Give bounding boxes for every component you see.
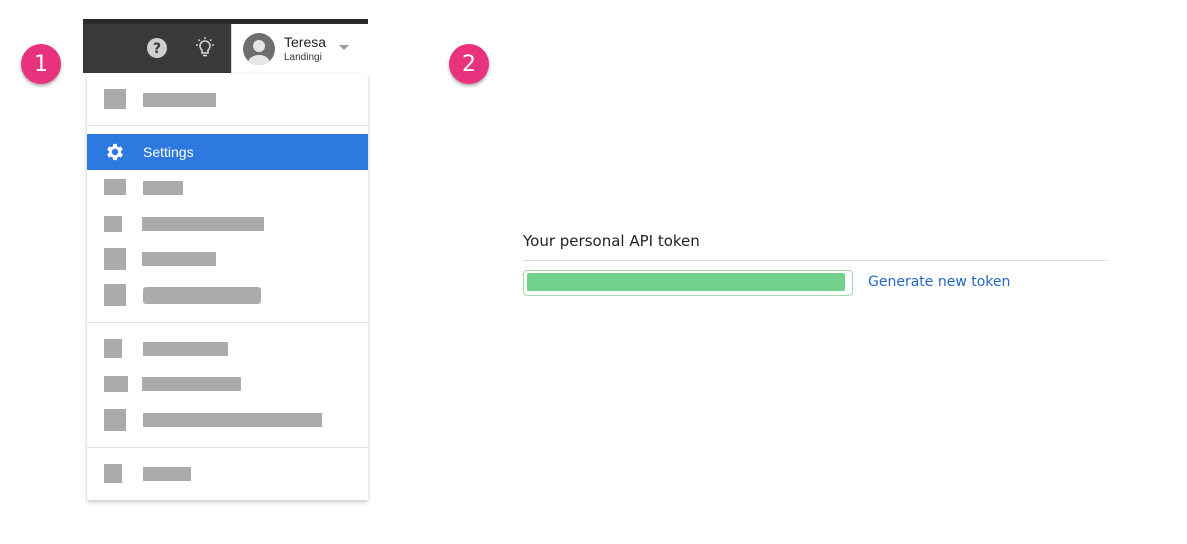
user-company: Landingi [284,52,322,63]
user-name: Teresa [284,34,327,50]
step-2-badge: 2 [449,44,489,84]
menu-item[interactable] [87,456,368,492]
generate-token-link[interactable]: Generate new token [868,274,1010,290]
menu-item[interactable] [87,82,368,118]
ideas-button[interactable] [193,36,217,60]
step-1-badge: 1 [21,44,61,84]
menu-item[interactable] [87,402,368,438]
section-divider [523,260,1107,261]
api-token-heading: Your personal API token [523,232,700,250]
menu-divider [87,125,368,126]
menu-item-label: Settings [143,144,194,160]
lightbulb-icon [196,37,214,57]
menu-item[interactable] [87,277,368,313]
menu-item[interactable] [87,366,368,402]
menu-item[interactable] [87,331,368,367]
user-menu-toggle[interactable]: Teresa Landingi [231,24,369,73]
menu-item-settings[interactable]: Settings [87,134,368,170]
gear-icon [107,143,123,161]
token-highlight [527,273,845,291]
help-circle-icon: ? [147,38,167,58]
top-bar: ? Teresa Landingi [83,19,369,73]
help-button[interactable]: ? [145,36,169,60]
user-avatar-icon [243,33,275,65]
api-token-field[interactable] [523,270,853,296]
menu-item[interactable] [87,170,368,206]
menu-divider [87,447,368,448]
menu-divider [87,322,368,323]
chevron-down-icon [339,45,349,50]
menu-item[interactable] [87,241,368,277]
token-underline [530,291,840,293]
user-dropdown-menu: Settings [87,73,368,500]
menu-item[interactable] [87,206,368,242]
svg-text:?: ? [153,41,161,57]
